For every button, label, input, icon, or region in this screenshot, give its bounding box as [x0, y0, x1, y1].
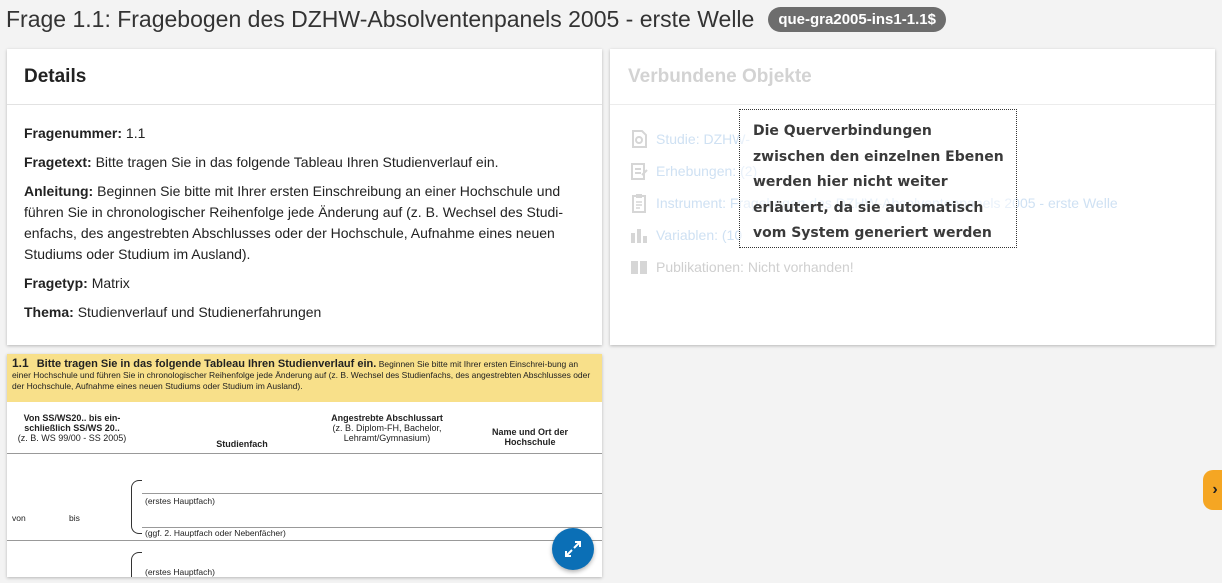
survey-icon	[628, 160, 650, 182]
anleitung-row: Anleitung: Beginnen Sie bitte mit Ihrer …	[24, 181, 586, 265]
second-major-label: (ggf. 2. Hauptfach oder Nebenfächer)	[145, 528, 286, 538]
row-brace	[131, 552, 142, 577]
callout-line: erläutert, da sie automatisch	[753, 199, 984, 216]
chevron-right-icon: ›	[1212, 481, 1218, 498]
question-number: 1.1	[12, 356, 29, 370]
linked-item-variables-label: Variablen: (10	[656, 227, 743, 243]
thema-row: Thema: Studienverlauf und Studienerfahru…	[24, 302, 586, 323]
col-degree-title: Angestrebte Abschlussart	[331, 413, 443, 423]
callout-line: werden hier nicht weiter	[753, 174, 948, 190]
fragetyp-label: Fragetyp:	[24, 275, 88, 291]
callout-line: vom System generiert werden	[753, 225, 992, 241]
anleitung-label: Anleitung:	[24, 183, 94, 199]
title-row: Frage 1.1: Fragebogen des DZHW-Absolvent…	[6, 2, 946, 36]
col-period-title: Von SS/WS20.. bis ein-schließlich SS/WS …	[23, 413, 121, 433]
question-banner: 1.1 Bitte tragen Sie in das folgende Tabl…	[7, 354, 602, 402]
clipboard-icon	[628, 192, 650, 214]
table-header: Von SS/WS20.. bis ein-schließlich SS/WS …	[7, 411, 602, 454]
row-divider	[142, 493, 602, 494]
book-icon	[628, 256, 650, 278]
fragenummer-label: Fragenummer:	[24, 125, 123, 141]
thema-label: Thema:	[24, 304, 74, 320]
col-subject-title: Studienfach	[216, 439, 268, 449]
expand-button[interactable]	[552, 528, 594, 570]
questionnaire-preview[interactable]: 1.1 Bitte tragen Sie in das folgende Tabl…	[7, 354, 602, 577]
expand-icon	[565, 541, 581, 557]
page-title: Frage 1.1: Fragebogen des DZHW-Absolvent…	[6, 5, 755, 32]
row-von-label: von	[12, 513, 26, 523]
fragenummer-value: 1.1	[125, 125, 146, 141]
col-university-header: Name und Ort der Hochschule	[485, 427, 575, 447]
details-body: Fragenummer: 1.1 Fragetext: Bitte tragen…	[7, 105, 602, 323]
question-text-bold: Bitte tragen Sie in das folgende Tableau…	[36, 358, 377, 370]
col-university-title: Name und Ort der Hochschule	[491, 427, 568, 447]
anleitung-value: Beginnen Sie bitte mit Ihrer ersten Eins…	[24, 183, 564, 262]
fragetext-value: Bitte tragen Sie in das folgende Tableau…	[95, 154, 499, 170]
first-major-label-2: (erstes Hauptfach)	[145, 567, 215, 577]
col-period-sub: (z. B. WS 99/00 - SS 2005)	[17, 433, 127, 443]
row-divider	[7, 540, 602, 541]
callout-line: Die Querverbindungen	[753, 123, 932, 139]
fragetext-label: Fragetext:	[24, 154, 92, 170]
row-bis-label: bis	[69, 513, 80, 523]
thema-value: Studienverlauf und Studienerfahrungen	[77, 304, 322, 320]
callout-line: zwischen den einzelnen Ebenen	[753, 148, 1004, 165]
col-degree-header: Angestrebte Abschlussart (z. B. Diplom-F…	[312, 413, 462, 443]
fragenummer-row: Fragenummer: 1.1	[24, 123, 586, 144]
first-major-label: (erstes Hauptfach)	[145, 496, 215, 506]
details-card: Details Fragenummer: 1.1 Fragetext: Bitt…	[7, 49, 602, 345]
linked-objects-heading: Verbundene Objekte	[610, 49, 1215, 105]
linked-item-publications: Publikationen: Nicht vorhanden!	[628, 251, 1215, 283]
linked-item-study-label: Studie: DZHW-	[656, 131, 750, 147]
details-heading: Details	[7, 49, 602, 105]
question-id-badge: que-gra2005-ins1-1.1$	[768, 6, 946, 32]
annotation-callout: Die Querverbindungen zwischen den einzel…	[739, 109, 1017, 248]
row-brace	[131, 480, 142, 534]
fragetyp-value: Matrix	[91, 275, 130, 291]
col-subject-header: Studienfach	[182, 439, 302, 449]
fragetext-row: Fragetext: Bitte tragen Sie in das folge…	[24, 152, 586, 173]
bar-chart-icon	[628, 224, 650, 246]
linked-item-publications-label: Publikationen: Nicht vorhanden!	[656, 259, 854, 275]
side-panel-toggle[interactable]: ›	[1203, 470, 1222, 510]
col-degree-sub: (z. B. Diplom-FH, Bachelor, Lehramt/Gymn…	[332, 423, 442, 443]
study-icon	[628, 128, 650, 150]
col-period-header: Von SS/WS20.. bis ein-schließlich SS/WS …	[7, 413, 137, 443]
fragetyp-row: Fragetyp: Matrix	[24, 273, 586, 294]
